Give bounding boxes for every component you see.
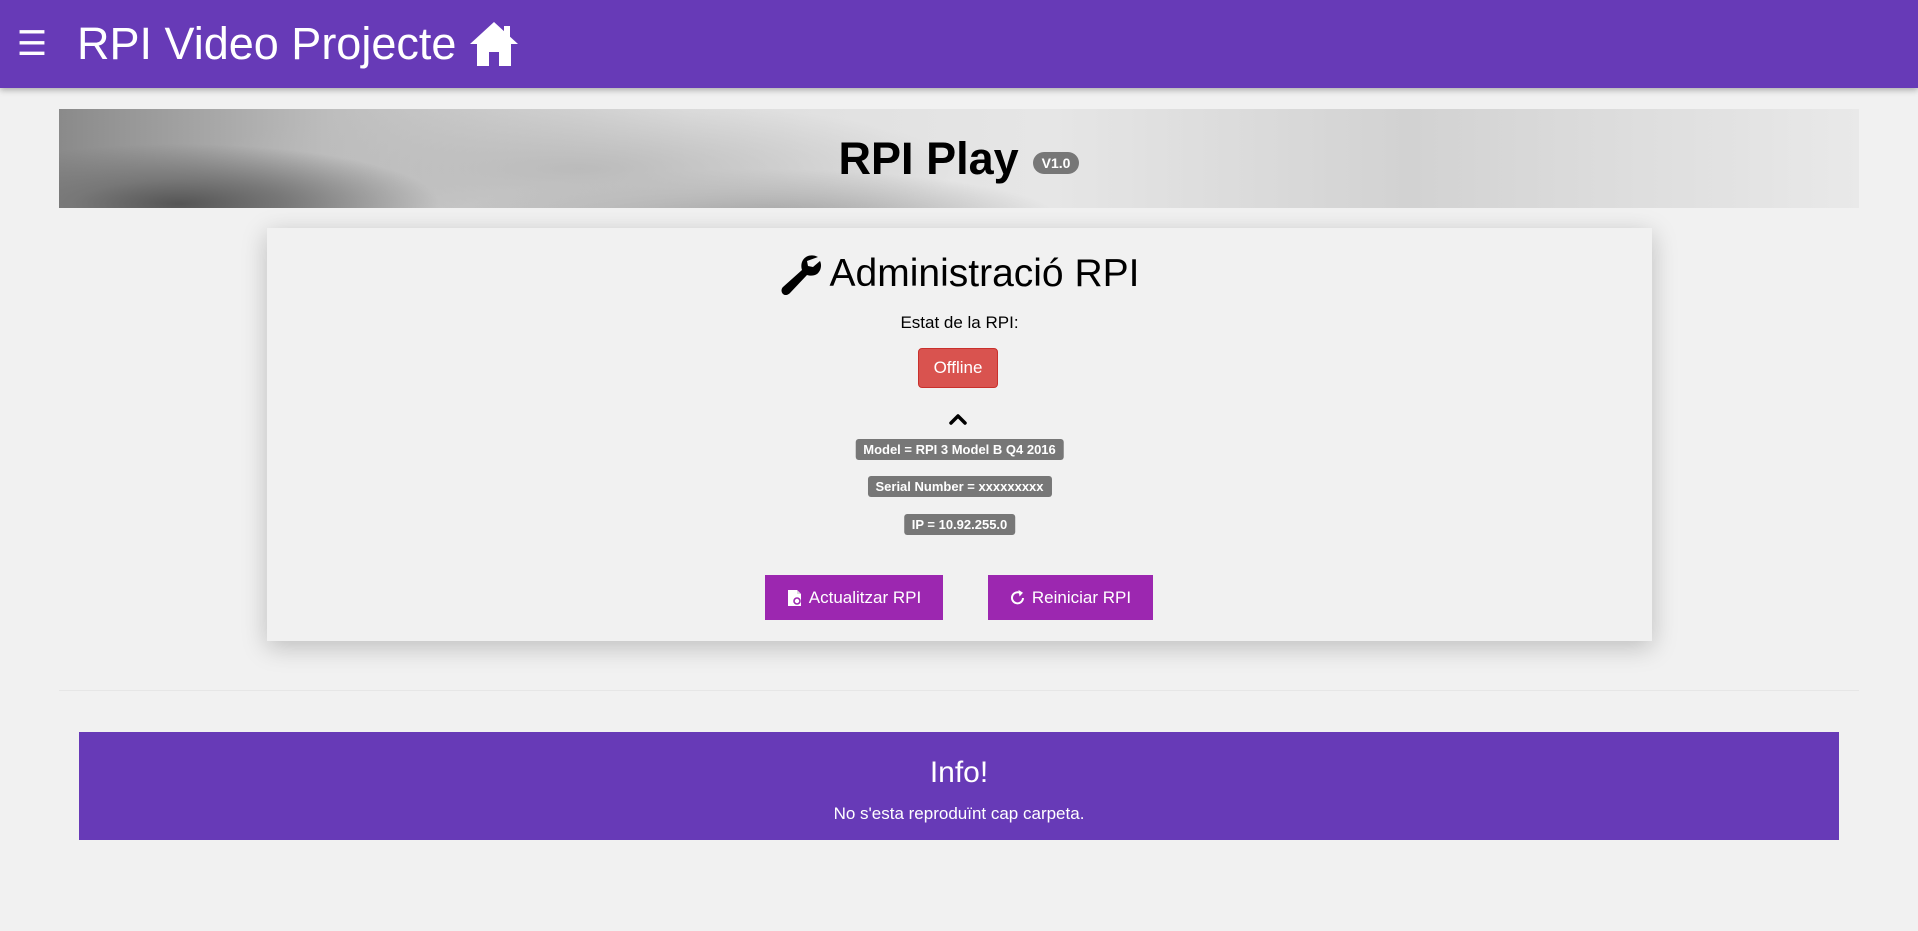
app-title: RPI Video Projecte xyxy=(77,18,457,69)
banner-title: RPI Play xyxy=(838,132,1019,184)
app-title-link[interactable]: RPI Video Projecte xyxy=(77,0,520,88)
refresh-icon xyxy=(1010,589,1024,604)
ip-label: IP = 10.92.255.0 xyxy=(903,514,1016,535)
top-app-bar: ☰ RPI Video Projecte xyxy=(0,0,1918,88)
info-panel: Info! No s'esta reproduïnt cap carpeta. xyxy=(79,732,1839,840)
status-label: Estat de la RPI: xyxy=(900,313,1019,332)
file-update-icon xyxy=(787,589,801,606)
admin-heading: Administració RPI xyxy=(267,252,1652,296)
wrench-icon xyxy=(781,255,821,295)
serial-number-label: Serial Number = xxxxxxxxx xyxy=(867,476,1052,497)
info-text: No s'esta reproduïnt cap carpeta. xyxy=(833,804,1085,823)
admin-heading-text: Administració RPI xyxy=(829,252,1140,295)
home-icon xyxy=(470,22,519,66)
update-rpi-button[interactable]: Actualitzar RPI xyxy=(765,575,943,620)
version-badge: V1.0 xyxy=(1032,151,1080,174)
model-label: Model = RPI 3 Model B Q4 2016 xyxy=(855,439,1064,460)
info-title: Info! xyxy=(929,756,989,789)
divider xyxy=(59,690,1859,691)
restart-rpi-label: Reiniciar RPI xyxy=(1031,587,1132,607)
restart-rpi-button[interactable]: Reiniciar RPI xyxy=(988,575,1153,620)
update-rpi-label: Actualitzar RPI xyxy=(808,587,922,607)
hamburger-menu-icon[interactable]: ☰ xyxy=(17,27,47,61)
chevron-up-icon[interactable] xyxy=(949,412,967,426)
status-offline-button[interactable]: Offline xyxy=(918,348,998,388)
admin-card: Administració RPI Estat de la RPI: Offli… xyxy=(267,228,1652,641)
hero-banner: RPI Play V1.0 xyxy=(59,109,1859,208)
